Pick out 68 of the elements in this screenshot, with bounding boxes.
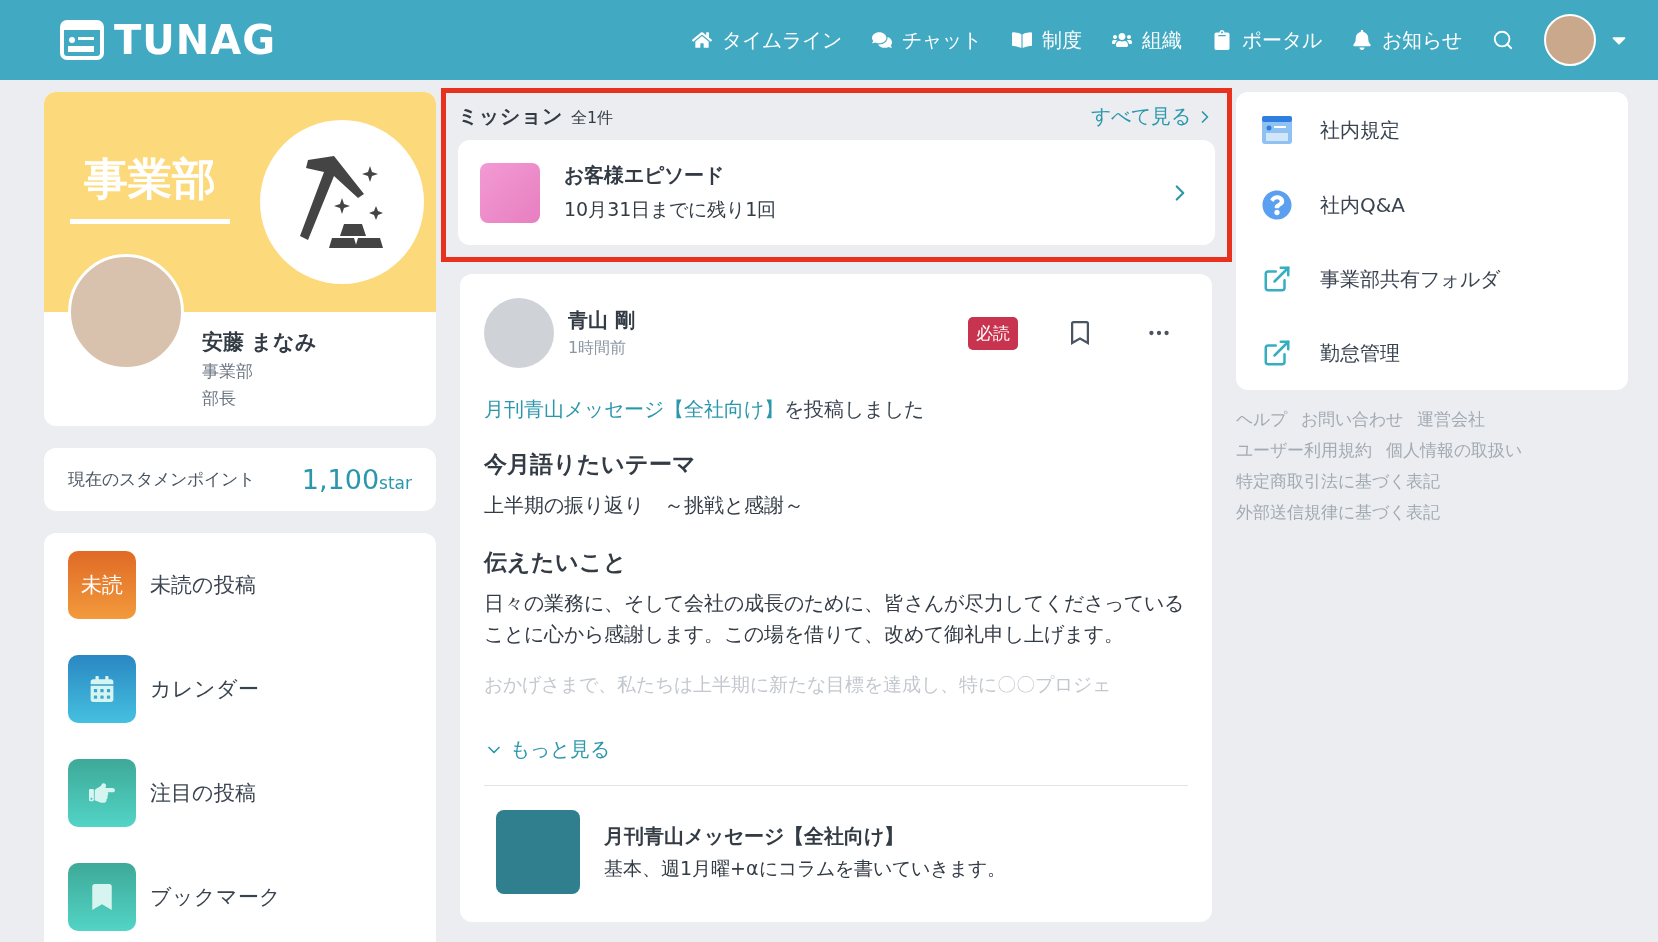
nav-link[interactable]: 制度 [1012, 26, 1082, 54]
footer-link[interactable]: お問い合わせ [1301, 408, 1403, 431]
bookmark-icon [89, 884, 115, 910]
pointing-hand-icon [89, 780, 115, 806]
book-icon [1012, 30, 1032, 50]
menu-label: 未読の投稿 [150, 572, 256, 599]
calendar-icon [89, 676, 115, 702]
author-name: 青山 剛 [568, 307, 636, 334]
nav-link[interactable]: チャット [872, 26, 982, 54]
mission-title: お客様エピソード [564, 162, 725, 189]
menu-item[interactable]: 注目の投稿 [68, 759, 412, 827]
document-icon [1261, 114, 1293, 146]
bookmark-icon[interactable] [1068, 321, 1092, 345]
footer-link[interactable]: 特定商取引法に基づく表記 [1236, 470, 1440, 493]
footer-link[interactable]: 外部送信規律に基づく表記 [1236, 501, 1440, 524]
user-department: 事業部 [202, 360, 254, 383]
tile-text: 未読 [81, 572, 123, 599]
nav-link[interactable]: お知らせ [1352, 26, 1462, 54]
clipboard-icon [1212, 30, 1232, 50]
section-title: ミッション [458, 103, 563, 130]
post-link[interactable]: 月刊青山メッセージ【全社向け】 [484, 397, 784, 421]
post-heading: 伝えたいこと [484, 548, 628, 577]
menu-label: 注目の投稿 [150, 780, 256, 807]
banner-title: 事業部 [70, 150, 230, 224]
mission-deadline: 10月31日までに残り1回 [564, 197, 778, 222]
channel-card[interactable]: 月刊青山メッセージ【全社向け】 基本、週1月曜+αにコラムを書いていきます。 [484, 785, 1188, 922]
footer-link[interactable]: 運営会社 [1417, 408, 1485, 431]
home-icon [692, 30, 712, 50]
bell-icon [1352, 30, 1372, 50]
logo-text: TUNAG [114, 17, 277, 63]
post-time: 1時間前 [568, 338, 628, 359]
post-body: 上半期の振り返り ～挑戦と感謝～ [484, 492, 805, 519]
portal-link[interactable]: 社内Q&A [1260, 190, 1604, 220]
chat-bubbles-icon [872, 30, 892, 50]
user-avatar[interactable] [1544, 14, 1596, 66]
post-heading: 今月語りたいテーマ [484, 450, 697, 479]
menu-item[interactable]: カレンダー [68, 655, 412, 723]
required-badge: 必読 [968, 316, 1018, 350]
activity-text: 月刊青山メッセージ【全社向け】を投稿しました [484, 397, 924, 421]
nav-link[interactable]: ポータル [1212, 26, 1322, 54]
points-value: 1,100star [301, 464, 412, 495]
more-link[interactable]: もっと見る [484, 736, 1188, 763]
logo-icon [60, 20, 104, 60]
mission-count: 全1件 [571, 108, 614, 129]
channel-description: 基本、週1月曜+αにコラムを書いていきます。 [604, 855, 1006, 881]
footer-link[interactable]: ユーザー利用規約 [1236, 439, 1372, 462]
mission-image-placeholder [480, 162, 540, 223]
nav-link[interactable]: 組織 [1112, 26, 1182, 54]
menu-label: ブックマーク [150, 884, 281, 911]
see-all-link[interactable]: すべて見る [1091, 103, 1215, 130]
portal-link[interactable]: 勤怠管理 [1260, 338, 1604, 368]
nav-link[interactable]: タイムライン [692, 26, 842, 54]
menu-label: カレンダー [150, 676, 259, 703]
user-name: 安藤 まなみ [202, 329, 318, 356]
points-label: 現在のスタメンポイント [68, 468, 255, 491]
user-position: 部長 [202, 387, 237, 410]
channel-title: 月刊青山メッセージ【全社向け】 [604, 822, 905, 850]
footer-link[interactable]: ヘルプ [1236, 408, 1287, 431]
people-icon [1112, 30, 1132, 50]
search-icon[interactable] [1492, 29, 1514, 51]
menu-item[interactable]: 未読 未読の投稿 [68, 551, 412, 619]
mission-card[interactable]: お客様エピソード 10月31日までに残り1回 [458, 140, 1215, 245]
post-body: 日々の業務に、そして会社の成長のために、皆さんが尽力してくださっていることに心から感謝します。この場を借りて、改めて御礼申し上げます。 [484, 590, 1185, 648]
portal-link[interactable]: 事業部共有フォルダ [1260, 264, 1604, 294]
footer-link[interactable]: 個人情報の取扱い [1386, 439, 1522, 462]
portal-link[interactable]: 社内規定 [1260, 114, 1604, 146]
question-icon [1260, 190, 1294, 220]
menu-item[interactable]: ブックマーク [68, 863, 412, 931]
